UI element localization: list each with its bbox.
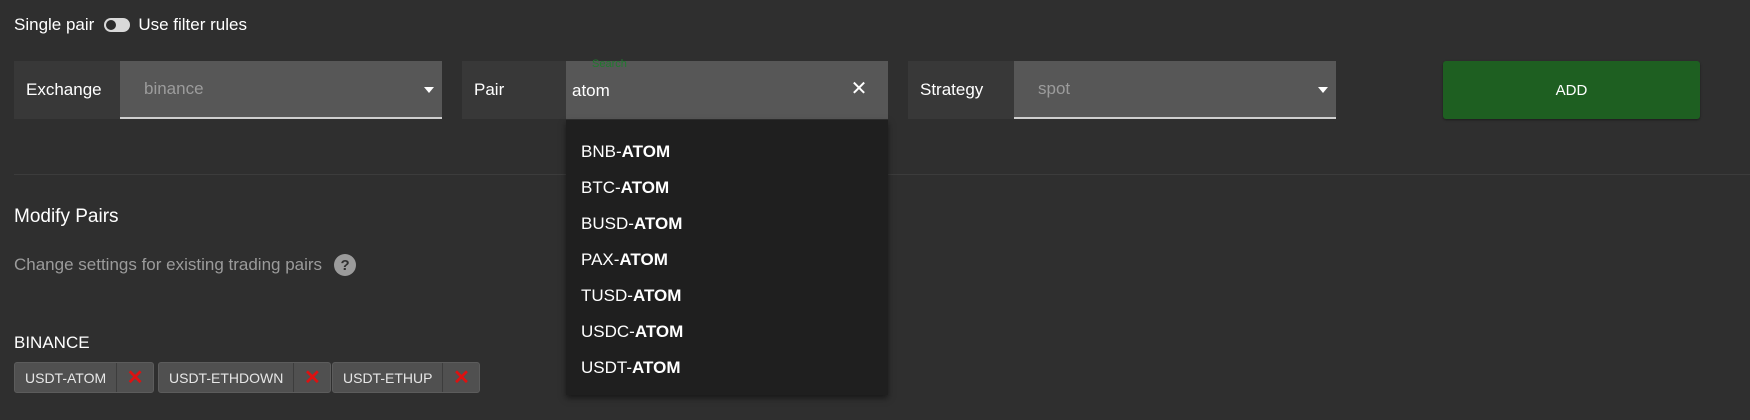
help-icon[interactable]: ? <box>334 254 357 276</box>
suggestion-prefix: USDC- <box>581 322 635 341</box>
section-title: Modify Pairs <box>14 206 119 227</box>
mode-toggle-row: Single pair Use filter rules <box>14 14 247 36</box>
suggestion-prefix: BTC- <box>581 178 621 197</box>
pair-input-value: atom <box>572 81 610 100</box>
search-hint-label: Search <box>592 58 627 70</box>
remove-icon[interactable]: ✕ <box>293 363 330 392</box>
remove-icon[interactable]: ✕ <box>442 363 479 392</box>
remove-icon[interactable]: ✕ <box>116 363 153 392</box>
strategy-value: spot <box>1038 79 1071 98</box>
pair-chip-label[interactable]: USDT-ETHUP <box>333 363 442 392</box>
pair-label: Pair <box>474 80 505 99</box>
switch-knob <box>105 19 118 31</box>
close-icon[interactable]: ✕ <box>850 79 868 99</box>
suggestion-prefix: BUSD- <box>581 214 634 233</box>
exchange-value: binance <box>144 79 204 98</box>
suggestion-prefix: TUSD- <box>581 286 633 305</box>
suggestion-item[interactable]: BNB-ATOM <box>581 142 670 162</box>
suggestion-item[interactable]: USDT-ATOM <box>581 358 680 378</box>
chevron-down-icon <box>424 87 434 93</box>
suggestion-item[interactable]: TUSD-ATOM <box>581 286 681 306</box>
exchange-select[interactable]: binance <box>120 61 442 119</box>
exchange-label-box: Exchange <box>14 61 120 119</box>
add-button-label: ADD <box>1555 81 1588 99</box>
chevron-down-icon <box>1318 87 1328 93</box>
section-description-text: Change settings for existing trading pai… <box>14 255 323 274</box>
suggestion-match: ATOM <box>632 358 681 377</box>
pair-chip-label[interactable]: USDT-ETHDOWN <box>159 363 293 392</box>
suggestion-match: ATOM <box>619 250 668 269</box>
pair-suggestions-dropdown: BNB-ATOM BTC-ATOM BUSD-ATOM PAX-ATOM TUS… <box>566 120 888 395</box>
suggestion-match: ATOM <box>632 286 682 305</box>
add-button[interactable]: ADD <box>1443 61 1700 119</box>
filter-rules-switch[interactable] <box>104 18 131 32</box>
suggestion-prefix: PAX- <box>581 250 620 269</box>
exchange-group-name: BINANCE <box>14 333 90 352</box>
section-description: Change settings for existing trading pai… <box>14 254 357 276</box>
suggestion-match: ATOM <box>634 322 684 341</box>
suggestion-prefix: USDT- <box>581 358 632 377</box>
strategy-label-box: Strategy <box>908 61 1014 119</box>
pair-search-input[interactable]: Search atom ✕ <box>566 58 888 119</box>
exchange-label: Exchange <box>26 80 102 99</box>
suggestion-item[interactable]: BTC-ATOM <box>581 178 669 198</box>
single-pair-label: Single pair <box>14 15 95 34</box>
suggestion-match: ATOM <box>620 178 670 197</box>
suggestion-item[interactable]: PAX-ATOM <box>581 250 668 270</box>
suggestion-item[interactable]: USDC-ATOM <box>581 322 683 342</box>
pair-chip-label[interactable]: USDT-ATOM <box>15 363 116 392</box>
pair-label-box: Pair <box>462 61 566 119</box>
pair-chip: USDT-ATOM ✕ <box>14 362 155 393</box>
pair-chip: USDT-ETHDOWN ✕ <box>158 362 332 393</box>
use-filter-rules-label: Use filter rules <box>138 15 247 34</box>
suggestion-match: ATOM <box>633 214 683 233</box>
strategy-select[interactable]: spot <box>1014 61 1336 119</box>
suggestion-prefix: BNB- <box>581 142 622 161</box>
suggestion-item[interactable]: BUSD-ATOM <box>581 214 682 234</box>
strategy-label: Strategy <box>920 80 984 99</box>
suggestion-match: ATOM <box>621 142 671 161</box>
pair-chip: USDT-ETHUP ✕ <box>332 362 481 393</box>
